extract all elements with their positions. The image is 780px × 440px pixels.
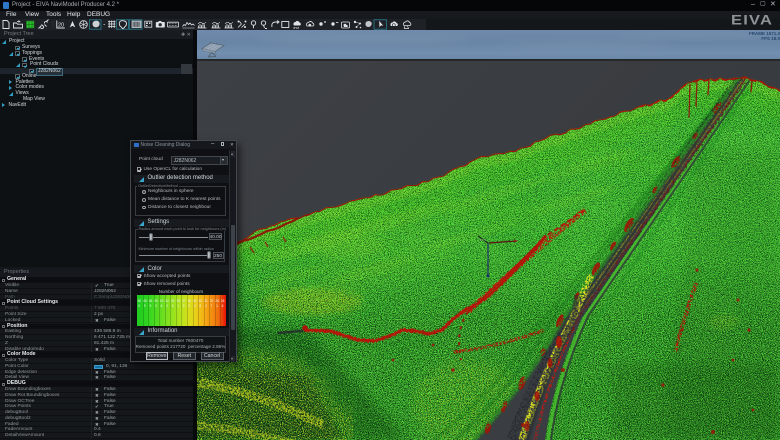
svg-text:20: 20: [58, 23, 64, 29]
svg-text:1 m: 1 m: [479, 237, 486, 242]
